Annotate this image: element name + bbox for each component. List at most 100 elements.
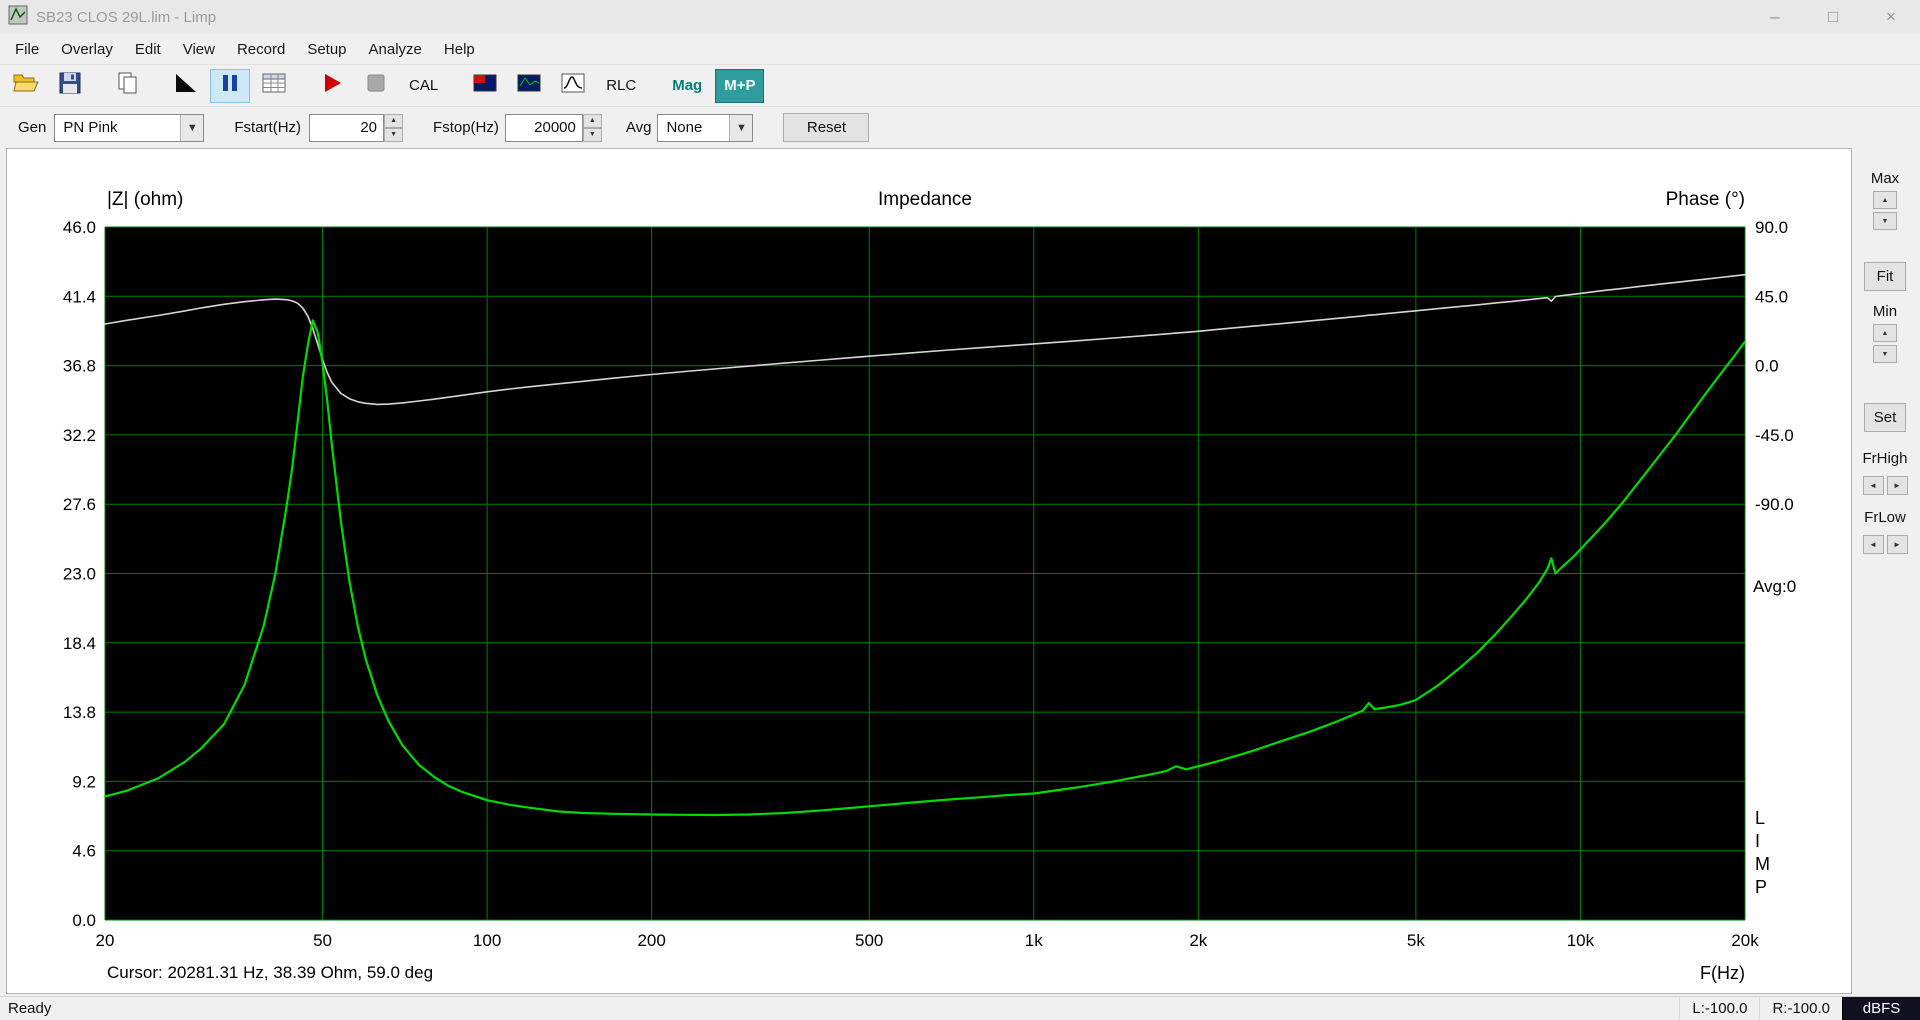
fstop-up-icon[interactable]: ▲ <box>583 114 602 128</box>
fstop-input[interactable]: 20000 <box>505 114 583 142</box>
left-level: L:-100.0 <box>1679 997 1759 1020</box>
chevron-down-icon[interactable]: ▼ <box>180 115 203 141</box>
measurement-controls: Gen PN Pink ▼ Fstart(Hz) 20 ▲ ▼ Fstop(Hz… <box>0 106 1920 148</box>
menu-file[interactable]: File <box>4 37 50 62</box>
spectrum-button[interactable] <box>509 69 549 103</box>
y-left-tick-label: 36.8 <box>63 357 96 376</box>
y-right-tick-label: 90.0 <box>1755 218 1788 237</box>
y-left-tick-label: 13.8 <box>63 703 96 722</box>
close-button[interactable]: × <box>1862 0 1920 34</box>
fstart-up-icon[interactable]: ▲ <box>384 114 403 128</box>
rlc-button[interactable]: RLC <box>597 69 645 103</box>
max-label: Max <box>1871 170 1899 187</box>
chevron-down-icon[interactable]: ▼ <box>729 115 752 141</box>
table-button[interactable] <box>254 69 294 103</box>
frhigh-right-icon[interactable]: ► <box>1887 476 1908 495</box>
copy-icon <box>117 71 139 100</box>
chart-panel: 46.041.436.832.227.623.018.413.89.24.60.… <box>6 148 1852 994</box>
max-up-icon[interactable]: ▲ <box>1873 191 1897 209</box>
max-down-icon[interactable]: ▼ <box>1873 212 1897 230</box>
menubar: File Overlay Edit View Record Setup Anal… <box>0 34 1920 64</box>
max-stepper: ▲ ▼ <box>1873 191 1897 230</box>
fstop-down-icon[interactable]: ▼ <box>583 128 602 142</box>
time-record-button[interactable] <box>553 69 593 103</box>
generator-setup-button[interactable] <box>465 69 505 103</box>
y-left-tick-label: 4.6 <box>72 842 96 861</box>
mag-phase-button[interactable]: M+P <box>715 69 764 103</box>
folder-open-icon <box>13 72 39 99</box>
menu-setup[interactable]: Setup <box>296 37 357 62</box>
menu-analyze[interactable]: Analyze <box>358 37 433 62</box>
fstart-input[interactable]: 20 <box>309 114 384 142</box>
y-left-tick-label: 41.4 <box>63 287 96 306</box>
y-left-tick-label: 18.4 <box>63 634 96 653</box>
copy-button[interactable] <box>108 69 148 103</box>
frhigh-left-icon[interactable]: ◄ <box>1863 476 1884 495</box>
fstart-down-icon[interactable]: ▼ <box>384 128 403 142</box>
fstop-stepper: ▲ ▼ <box>583 114 602 142</box>
limp-letter: M <box>1755 853 1770 876</box>
stop-button[interactable] <box>356 69 396 103</box>
frlow-left-icon[interactable]: ◄ <box>1863 535 1884 554</box>
app-icon <box>8 5 28 30</box>
menu-record[interactable]: Record <box>226 37 296 62</box>
fit-button[interactable]: Fit <box>1864 262 1906 291</box>
frlow-label: FrLow <box>1864 509 1906 526</box>
generator-select[interactable]: PN Pink ▼ <box>54 114 204 142</box>
cal-button[interactable]: CAL <box>400 69 447 103</box>
impedance-chart[interactable]: 46.041.436.832.227.623.018.413.89.24.60.… <box>7 149 1851 993</box>
y-left-tick-label: 27.6 <box>63 495 96 514</box>
maximize-button[interactable]: □ <box>1804 0 1862 34</box>
background-color-button[interactable] <box>166 69 206 103</box>
menu-edit[interactable]: Edit <box>124 37 172 62</box>
stop-icon <box>365 72 387 99</box>
right-level: R:-100.0 <box>1759 997 1842 1020</box>
menu-view[interactable]: View <box>172 37 226 62</box>
y-right-tick-label: -90.0 <box>1755 495 1794 514</box>
record-play-icon <box>321 72 343 99</box>
x-tick-label: 1k <box>1025 931 1043 950</box>
y-left-tick-label: 32.2 <box>63 426 96 445</box>
frhigh-stepper: ◄ ► <box>1863 476 1908 495</box>
waveform-icon <box>561 72 585 99</box>
y-right-tick-label: 45.0 <box>1755 287 1788 306</box>
fstart-stepper: ▲ ▼ <box>384 114 403 142</box>
window-controls: – □ × <box>1746 0 1920 34</box>
titlebar[interactable]: SB23 CLOS 29L.lim - Limp – □ × <box>0 0 1920 34</box>
menu-overlay[interactable]: Overlay <box>50 37 124 62</box>
save-icon <box>59 72 81 99</box>
fstart-label: Fstart(Hz) <box>234 119 301 136</box>
x-tick-label: 500 <box>855 931 883 950</box>
x-tick-label: 20k <box>1731 931 1759 950</box>
open-button[interactable] <box>6 69 46 103</box>
min-down-icon[interactable]: ▼ <box>1873 345 1897 363</box>
graph-side-panel: Max ▲ ▼ Fit Min ▲ ▼ Set FrHigh ◄ ► FrLow… <box>1852 148 1918 996</box>
x-tick-label: 50 <box>313 931 332 950</box>
save-button[interactable] <box>50 69 90 103</box>
pause-button[interactable] <box>210 69 250 103</box>
y-right-tick-label: -45.0 <box>1755 426 1794 445</box>
minimize-button[interactable]: – <box>1746 0 1804 34</box>
min-up-icon[interactable]: ▲ <box>1873 324 1897 342</box>
frhigh-label: FrHigh <box>1862 450 1907 467</box>
menu-help[interactable]: Help <box>433 37 486 62</box>
spectrum-icon <box>517 72 541 99</box>
set-button[interactable]: Set <box>1864 403 1906 432</box>
mag-button[interactable]: Mag <box>663 69 711 103</box>
reset-button[interactable]: Reset <box>783 113 869 142</box>
statusbar: Ready L:-100.0 R:-100.0 dBFS <box>0 996 1920 1020</box>
y-left-tick-label: 0.0 <box>72 911 96 930</box>
y-left-tick-label: 9.2 <box>72 772 96 791</box>
frlow-right-icon[interactable]: ► <box>1887 535 1908 554</box>
avg-select[interactable]: None ▼ <box>657 114 753 142</box>
x-axis-title: F(Hz) <box>1567 963 1745 984</box>
pause-icon <box>219 72 241 99</box>
record-button[interactable] <box>312 69 352 103</box>
window-title: SB23 CLOS 29L.lim - Limp <box>36 9 216 26</box>
avg-label: Avg <box>626 119 652 136</box>
x-tick-label: 200 <box>637 931 665 950</box>
black-triangle-icon <box>174 71 198 100</box>
limp-letter: L <box>1755 807 1770 830</box>
avg-selected-value: None <box>658 115 729 141</box>
limp-letter: P <box>1755 876 1770 899</box>
